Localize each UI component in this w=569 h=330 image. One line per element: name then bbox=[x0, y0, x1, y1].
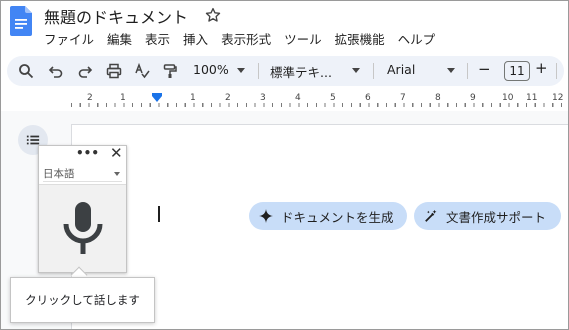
increase-font-size-button[interactable]: + bbox=[535, 59, 548, 77]
language-select[interactable]: 日本語 bbox=[43, 166, 122, 182]
paragraph-style-select[interactable]: 標準テキ... bbox=[270, 62, 332, 81]
language-label: 日本語 bbox=[43, 168, 75, 180]
menu-view[interactable]: 表示 bbox=[145, 28, 174, 50]
decrease-font-size-button[interactable]: − bbox=[478, 60, 491, 78]
search-icon[interactable] bbox=[15, 60, 37, 82]
menu-format[interactable]: 表示形式 bbox=[221, 28, 275, 50]
voice-hint-text: クリックして話します bbox=[25, 293, 140, 307]
redo-icon[interactable] bbox=[74, 60, 96, 82]
spellcheck-icon[interactable] bbox=[131, 60, 153, 82]
star-icon[interactable] bbox=[204, 6, 222, 24]
zoom-select[interactable]: 100% bbox=[193, 62, 229, 77]
microphone-button[interactable] bbox=[39, 184, 126, 272]
menu-bar: ファイル 編集 表示 挿入 表示形式 ツール 拡張機能 ヘルプ bbox=[44, 28, 448, 50]
ruler-ticks bbox=[71, 91, 568, 109]
docs-logo-icon[interactable] bbox=[10, 6, 32, 36]
zoom-caret-icon[interactable] bbox=[237, 68, 245, 73]
more-options-icon[interactable]: ••• bbox=[76, 146, 99, 160]
document-title[interactable]: 無題のドキュメント bbox=[44, 4, 188, 28]
font-select[interactable]: Arial bbox=[387, 62, 415, 77]
sparkle-icon bbox=[259, 209, 273, 223]
menu-insert[interactable]: 挿入 bbox=[183, 28, 212, 50]
writing-assist-label: 文書作成サポート bbox=[446, 209, 547, 225]
microphone-icon bbox=[63, 201, 102, 254]
style-caret-icon[interactable] bbox=[352, 68, 360, 73]
voice-hint-tooltip: クリックして話します bbox=[10, 277, 155, 323]
font-size-input[interactable]: 11 bbox=[504, 61, 530, 81]
menu-file[interactable]: ファイル bbox=[44, 28, 98, 50]
menu-tools[interactable]: ツール bbox=[284, 28, 326, 50]
ruler[interactable]: 2 1 1 2 3 4 5 6 7 8 9 10 11 12 bbox=[1, 91, 568, 109]
paint-format-icon[interactable] bbox=[159, 60, 181, 82]
generate-document-chip[interactable]: ドキュメントを生成 bbox=[249, 202, 407, 230]
left-indent-marker[interactable] bbox=[152, 96, 162, 102]
google-docs-window: 無題のドキュメント ファイル 編集 表示 挿入 表示形式 ツール 拡張機能 ヘル… bbox=[0, 0, 569, 330]
toolbar-divider bbox=[373, 63, 374, 79]
close-icon[interactable]: ✕ bbox=[110, 144, 123, 162]
magic-pen-icon bbox=[425, 209, 437, 222]
font-caret-icon[interactable] bbox=[447, 68, 455, 73]
writing-assist-chip[interactable]: 文書作成サポート bbox=[414, 202, 561, 230]
print-icon[interactable] bbox=[103, 60, 125, 82]
chevron-down-icon bbox=[114, 172, 120, 176]
menu-help[interactable]: ヘルプ bbox=[398, 28, 440, 50]
menu-edit[interactable]: 編集 bbox=[107, 28, 136, 50]
toolbar-divider bbox=[467, 63, 468, 79]
voice-typing-panel: ••• ✕ 日本語 bbox=[38, 144, 127, 273]
toolbar: 100% 標準テキ... Arial − 11 + bbox=[7, 56, 564, 86]
toolbar-divider bbox=[258, 63, 259, 79]
menu-extensions[interactable]: 拡張機能 bbox=[335, 28, 389, 50]
text-cursor bbox=[158, 206, 160, 222]
undo-icon[interactable] bbox=[45, 60, 67, 82]
toolbar-divider bbox=[556, 63, 557, 79]
generate-document-label: ドキュメントを生成 bbox=[281, 209, 394, 225]
